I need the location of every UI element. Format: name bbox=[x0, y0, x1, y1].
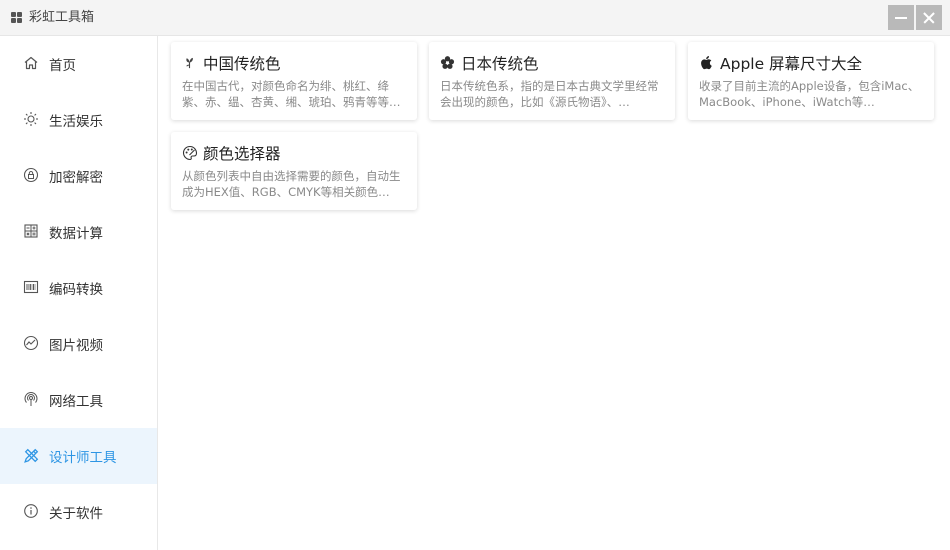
card-title: 中国传统色 bbox=[203, 55, 281, 73]
sidebar-item-label: 加密解密 bbox=[49, 170, 103, 186]
card-description: 日本传统色系，指的是日本古典文学里经常会出现的颜色，比如《源氏物语》、… bbox=[440, 79, 659, 109]
sidebar-item-image-video[interactable]: 图片视频 bbox=[0, 316, 157, 372]
calculator-icon bbox=[23, 223, 41, 241]
barcode-icon bbox=[23, 279, 41, 297]
broadcast-icon bbox=[23, 391, 41, 409]
cherry-blossom-icon bbox=[440, 55, 456, 71]
card-description: 从颜色列表中自由选择需要的颜色，自动生成为HEX值、RGB、CMYK等相关颜色… bbox=[182, 169, 401, 199]
image-chart-icon bbox=[23, 335, 41, 353]
sun-icon bbox=[23, 111, 41, 129]
sidebar-item-designer-tools[interactable]: 设计师工具 bbox=[0, 428, 157, 484]
home-icon bbox=[23, 55, 41, 73]
sidebar-item-label: 编码转换 bbox=[49, 282, 103, 298]
sidebar-item-life-entertainment[interactable]: 生活娱乐 bbox=[0, 92, 157, 148]
sidebar-item-encryption[interactable]: 加密解密 bbox=[0, 148, 157, 204]
tool-card-apple-screen-sizes[interactable]: Apple 屏幕尺寸大全 收录了目前主流的Apple设备，包含iMac、MacB… bbox=[688, 42, 934, 120]
close-button[interactable] bbox=[916, 5, 942, 30]
sidebar-item-label: 首页 bbox=[49, 58, 76, 74]
sidebar-item-label: 数据计算 bbox=[49, 226, 103, 242]
sidebar-item-about[interactable]: 关于软件 bbox=[0, 484, 157, 540]
card-description: 收录了目前主流的Apple设备，包含iMac、MacBook、iPhone、iW… bbox=[699, 79, 920, 109]
card-description: 在中国古代，对颜色命名为绯、桃红、绛紫、赤、缊、杏黄、缃、琥珀、鸦青等等… bbox=[182, 79, 401, 109]
apple-icon bbox=[699, 55, 715, 71]
tool-card-chinese-colors[interactable]: 中国传统色 在中国古代，对颜色命名为绯、桃红、绛紫、赤、缊、杏黄、缃、琥珀、鸦青… bbox=[171, 42, 417, 120]
card-title: 日本传统色 bbox=[461, 55, 539, 73]
sidebar-item-label: 生活娱乐 bbox=[49, 114, 103, 130]
tool-card-japanese-colors[interactable]: 日本传统色 日本传统色系，指的是日本古典文学里经常会出现的颜色，比如《源氏物语》… bbox=[429, 42, 675, 120]
sidebar-item-label: 图片视频 bbox=[49, 338, 103, 354]
sidebar-item-label: 网络工具 bbox=[49, 394, 103, 410]
window-title: 彩虹工具箱 bbox=[29, 10, 95, 25]
plant-icon bbox=[182, 55, 198, 71]
sidebar-item-label: 关于软件 bbox=[49, 506, 103, 522]
lock-icon bbox=[23, 167, 41, 185]
sidebar-item-data-calc[interactable]: 数据计算 bbox=[0, 204, 157, 260]
tool-card-color-picker[interactable]: 颜色选择器 从颜色列表中自由选择需要的颜色，自动生成为HEX值、RGB、CMYK… bbox=[171, 132, 417, 210]
info-icon bbox=[23, 503, 41, 521]
app-grid-icon bbox=[11, 12, 22, 23]
minimize-button[interactable] bbox=[888, 5, 914, 30]
sidebar: 首页 生活娱乐 加密解密 数据计算 编码转换 图片视频 网络工具 设计师工具 关… bbox=[0, 36, 158, 550]
card-title: 颜色选择器 bbox=[203, 145, 281, 163]
sidebar-item-encoding[interactable]: 编码转换 bbox=[0, 260, 157, 316]
sidebar-item-home[interactable]: 首页 bbox=[0, 36, 157, 92]
palette-icon bbox=[182, 145, 198, 161]
design-tools-icon bbox=[23, 447, 41, 465]
title-bar: 彩虹工具箱 bbox=[0, 0, 950, 36]
card-title: Apple 屏幕尺寸大全 bbox=[720, 55, 863, 73]
sidebar-item-network[interactable]: 网络工具 bbox=[0, 372, 157, 428]
tool-grid: 中国传统色 在中国古代，对颜色命名为绯、桃红、绛紫、赤、缊、杏黄、缃、琥珀、鸦青… bbox=[158, 36, 950, 550]
sidebar-item-label: 设计师工具 bbox=[49, 450, 117, 466]
